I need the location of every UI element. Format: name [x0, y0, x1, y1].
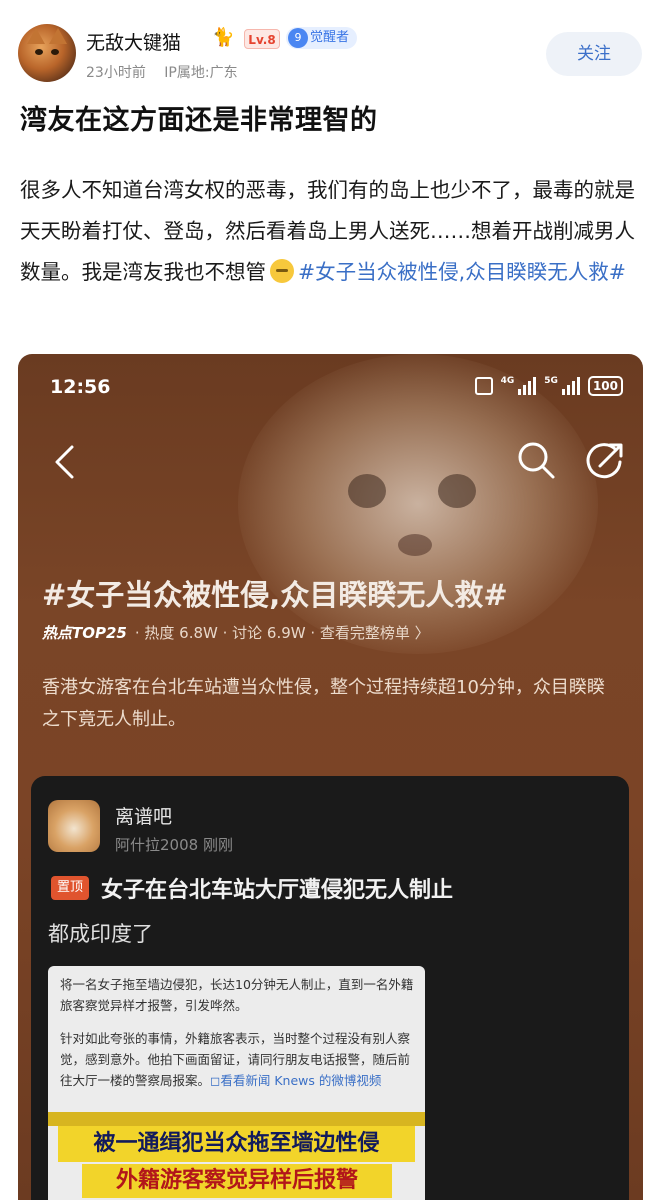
signal-5g-icon — [561, 377, 580, 395]
topic-title: #女子当众被性侵,众目睽睽无人救# — [42, 578, 508, 612]
follow-button[interactable]: 关注 — [546, 32, 642, 76]
post-location: IP属地:广东 — [164, 65, 238, 81]
card-subtitle: 都成印度了 — [48, 922, 153, 946]
back-arrow-icon — [55, 445, 74, 479]
status-bar-time: 12:56 — [50, 376, 111, 398]
post-title: 湾友在这方面还是非常理智的 — [20, 105, 378, 136]
news-paragraph-2: 针对如此夸张的事情，外籍旅客表示，当时整个过程没有别人察觉，感到意外。他拍下画面… — [60, 1028, 416, 1091]
cat-emoji-icon: 🐈 — [212, 27, 235, 48]
weibo-video-link: ◻看看新闻 Knews 的微博视频 — [210, 1073, 382, 1088]
awakener-badge: 9 觉醒者 — [286, 27, 358, 49]
post-meta: 23小时前 IP属地:广东 — [86, 62, 238, 82]
news-banner-line-2: 被一通缉犯当众拖至墙边性侵 — [58, 1126, 415, 1162]
status-bar-icons: 4G 5G 100 — [474, 376, 623, 396]
card-title: 女子在台北车站大厅遭侵犯无人制止 — [101, 878, 454, 903]
news-image: 将一名女子拖至墙边侵犯，长达10分钟无人制止，直到一名外籍旅客察觉异样才报警，引… — [48, 966, 425, 1200]
card-author-name: 离谱吧 — [115, 806, 173, 828]
nfc-icon — [474, 377, 493, 395]
network-5g-label: 5G — [544, 376, 558, 386]
embedded-screenshot[interactable]: 12:56 4G 5G 100 #女子当众被性侵,众目睽睽无人救# 热点TOP2… — [18, 354, 643, 1200]
hot-rank-label: 热点TOP25 — [42, 624, 127, 642]
level-badge: Lv.8 — [244, 29, 280, 49]
dog-avatar — [48, 800, 100, 852]
author-name[interactable]: 无敌大键猫 — [86, 28, 181, 55]
author-avatar[interactable] — [18, 24, 76, 82]
news-paragraph-1: 将一名女子拖至墙边侵犯，长达10分钟无人制止，直到一名外籍旅客察觉异样才报警，引… — [60, 977, 414, 1013]
news-banner-top — [48, 1112, 425, 1126]
search-icon — [518, 442, 555, 479]
card-meta: 阿什拉2008 刚刚 — [115, 836, 233, 854]
pinned-badge: 置顶 — [51, 876, 90, 900]
salute-face-icon — [270, 259, 294, 283]
network-4g-label: 4G — [500, 376, 515, 386]
post-time: 23小时前 — [86, 65, 146, 81]
post-hashtag-link[interactable]: #女子当众被性侵,众目睽睽无人救# — [298, 260, 626, 284]
signal-4g-icon — [518, 377, 537, 395]
post-header: 无敌大键猫 🐈 Lv.8 9 觉醒者 23小时前 IP属地:广东 关注 — [18, 22, 642, 86]
badge-label: 觉醒者 — [310, 30, 350, 45]
badge-number: 9 — [288, 28, 308, 48]
topic-stats-text: · 热度 6.8W · 讨论 6.9W · 查看完整榜单 〉 — [134, 624, 430, 642]
topic-description: 香港女游客在台北车站遭当众性侵，整个过程持续超10分钟，众目睽睽之下竟无人制止。 — [42, 677, 605, 730]
post-body: 很多人不知道台湾女权的恶毒，我们有的岛上也少不了，最毒的就是天天盼着打仗、登岛，… — [20, 170, 640, 293]
inner-post-card: 离谱吧 阿什拉2008 刚刚 置顶 女子在台北车站大厅遭侵犯无人制止 都成印度了… — [31, 776, 629, 1200]
battery-icon: 100 — [587, 376, 623, 396]
news-banner-line-3: 外籍游客察觉异样后报警 — [82, 1164, 392, 1198]
topic-stats: 热点TOP25 · 热度 6.8W · 讨论 6.9W · 查看完整榜单 〉 — [42, 622, 430, 643]
share-icon — [586, 443, 623, 479]
